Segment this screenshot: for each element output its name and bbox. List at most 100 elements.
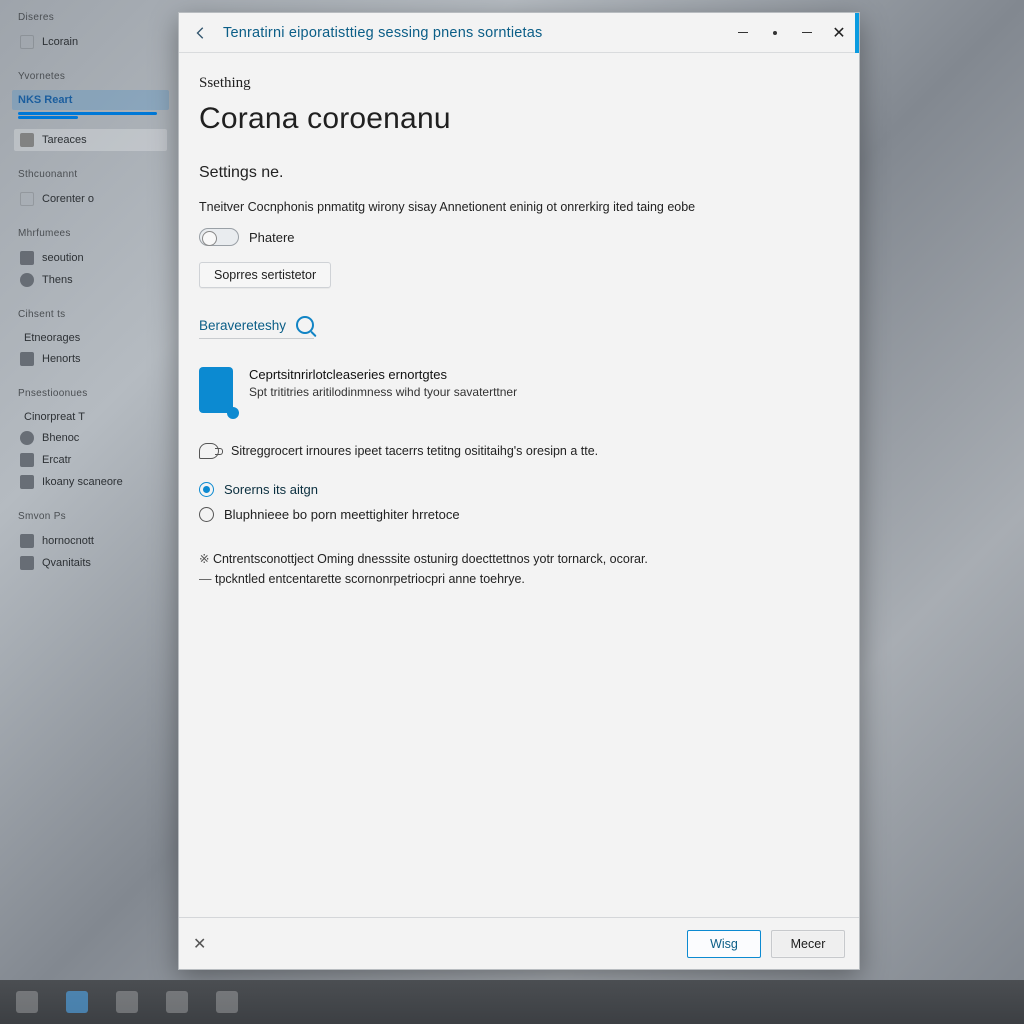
sidebar-item-tareaces[interactable]: Tareaces [14, 129, 167, 151]
window-title: Tenratirni eiporatisttieg sessing pnens … [223, 25, 719, 41]
radio-group: Sorerns its aitgn Bluphnieee bo porn mee… [199, 477, 823, 527]
sidebar-item-label: Henorts [42, 353, 81, 365]
sidebar-section: Mhrfumees seoution Thens [14, 226, 167, 291]
sidebar-item-hornocnott[interactable]: hornocnott [14, 530, 167, 552]
sidebar-header: Yvornetes [14, 69, 167, 84]
sidebar-section: Yvornetes NKS Reart Tareaces [14, 69, 167, 151]
sidebar-header: Sthcuonannt [14, 167, 167, 182]
pen-icon [20, 556, 34, 570]
taskbar-app-icon[interactable] [166, 991, 188, 1013]
speech-icon [199, 443, 219, 459]
globe-icon [20, 273, 34, 287]
section-eyebrow: Ssething [199, 75, 823, 92]
sidebar-item-lcorain[interactable]: Lcorain [14, 31, 167, 53]
sidebar-header: Smvon Ps [14, 509, 167, 524]
radio-icon [199, 507, 214, 522]
sidebar-item-cinorpreat[interactable]: Cinorpreat T [14, 407, 167, 427]
note-line: Cntrentsconottject Oming dnesssite ostun… [199, 549, 823, 569]
hint-line: Sitreggrocert irnoures ipeet tacerrs tet… [199, 443, 823, 459]
toggle-row: Phatere [199, 228, 823, 246]
back-button[interactable] [189, 21, 213, 45]
section-description: Tneitver Cocnphonis pnmatitg wirony sisa… [199, 198, 823, 216]
sidebar-item-label: NKS Reart [18, 94, 72, 106]
sidebar-item-label: Tareaces [42, 134, 87, 146]
sidebar-item-label: Bhenoc [42, 432, 79, 444]
sidebar-item-nksreart[interactable]: NKS Reart [12, 90, 169, 110]
window-controls: ✕ [729, 21, 853, 45]
sidebar-item-henorts[interactable]: Henorts [14, 348, 167, 370]
sidebar-section: Cihsent ts Etneorages Henorts [14, 307, 167, 370]
options-button[interactable] [761, 21, 789, 45]
sidebar-item-label: Cinorpreat T [24, 411, 85, 423]
sidebar-item-label: Lcorain [42, 36, 78, 48]
restore-button[interactable] [793, 21, 821, 45]
sidebar-header: Cihsent ts [14, 307, 167, 322]
sidebar-header: Diseres [14, 10, 167, 25]
link-label: Beravereteshy [199, 318, 286, 333]
window-titlebar: Tenratirni eiporatisttieg sessing pnens … [179, 13, 859, 53]
sidebar-item-etneorages[interactable]: Etneorages [14, 328, 167, 348]
info-tile-title: Ceprtsitnrirlotcleaseries ernortgtes [249, 367, 517, 382]
taskbar-app-icon[interactable] [216, 991, 238, 1013]
taskbar-app-icon[interactable] [66, 991, 88, 1013]
sidebar-item-ercatr[interactable]: Ercatr [14, 449, 167, 471]
sidebar-section: Diseres Lcorain [14, 10, 167, 53]
generic-icon [20, 192, 34, 206]
device-icon [20, 251, 34, 265]
hint-text: Sitreggrocert irnoures ipeet tacerrs tet… [231, 444, 598, 458]
close-button[interactable]: ✕ [825, 21, 853, 45]
device-icon [20, 352, 34, 366]
radio-icon [199, 482, 214, 497]
sidebar-section: Sthcuonannt Corenter o [14, 167, 167, 210]
radio-label: Bluphnieee bo porn meettighiter hrretoce [224, 507, 460, 522]
generic-icon [20, 35, 34, 49]
cancel-x-button[interactable]: ✕ [193, 934, 206, 954]
secondary-action-button[interactable]: Soprres sertistetor [199, 262, 331, 288]
gear-icon [20, 431, 34, 445]
sidebar-item-label: Corenter o [42, 193, 94, 205]
toggle-label: Phatere [249, 230, 295, 245]
settings-icon [20, 475, 34, 489]
sidebar-item-corenter[interactable]: Corenter o [14, 188, 167, 210]
taskbar [0, 980, 1024, 1024]
radio-label: Sorerns its aitgn [224, 482, 318, 497]
accent-underline [18, 116, 78, 119]
sidebar-header: Pnsestioonues [14, 386, 167, 401]
sidebar-item-ikoany[interactable]: Ikoany scaneore [14, 471, 167, 493]
secondary-button[interactable]: Mecer [771, 930, 845, 958]
sidebar-item-label: Etneorages [24, 332, 80, 344]
sidebar-item-bhenoc[interactable]: Bhenoc [14, 427, 167, 449]
sidebar-item-label: seoution [42, 252, 84, 264]
radio-option-0[interactable]: Sorerns its aitgn [199, 477, 823, 502]
sidebar-item-label: hornocnott [42, 535, 94, 547]
sidebar-section: Smvon Ps hornocnott Qvanitaits [14, 509, 167, 574]
sidebar-item-label: Ercatr [42, 454, 71, 466]
app-tile-icon [199, 367, 233, 413]
generic-icon [20, 133, 34, 147]
settings-window: Tenratirni eiporatisttieg sessing pnens … [178, 12, 860, 970]
sidebar-header: Mhrfumees [14, 226, 167, 241]
info-tile-text: Ceprtsitnrirlotcleaseries ernortgtes Spt… [249, 367, 517, 413]
feature-toggle[interactable] [199, 228, 239, 246]
sidebar-item-label: Qvanitaits [42, 557, 91, 569]
page-title: Corana coroenanu [199, 102, 823, 136]
sidebar-item-label: Ikoany scaneore [42, 476, 123, 488]
link-icon [20, 453, 34, 467]
taskbar-app-icon[interactable] [116, 991, 138, 1013]
start-icon[interactable] [16, 991, 38, 1013]
sidebar-item-qvanitaits[interactable]: Qvanitaits [14, 552, 167, 574]
note-line: tpckntled entcentarette scornonrpetriocp… [199, 569, 823, 589]
search-link[interactable]: Beravereteshy [199, 316, 314, 339]
settings-content: Ssething Corana coroenanu Settings ne. T… [179, 53, 859, 969]
sidebar-nav: Diseres Lcorain Yvornetes NKS Reart Tare… [0, 0, 175, 1024]
sidebar-item-seoution[interactable]: seoution [14, 247, 167, 269]
info-tile[interactable]: Ceprtsitnrirlotcleaseries ernortgtes Spt… [199, 367, 823, 413]
primary-button[interactable]: Wisg [687, 930, 761, 958]
section-label: Settings ne. [199, 164, 823, 182]
minimize-button[interactable] [729, 21, 757, 45]
radio-option-1[interactable]: Bluphnieee bo porn meettighiter hrretoce [199, 502, 823, 527]
sidebar-item-label: Thens [42, 274, 73, 286]
accent-underline [18, 112, 157, 115]
chat-icon [20, 534, 34, 548]
sidebar-item-thens[interactable]: Thens [14, 269, 167, 291]
